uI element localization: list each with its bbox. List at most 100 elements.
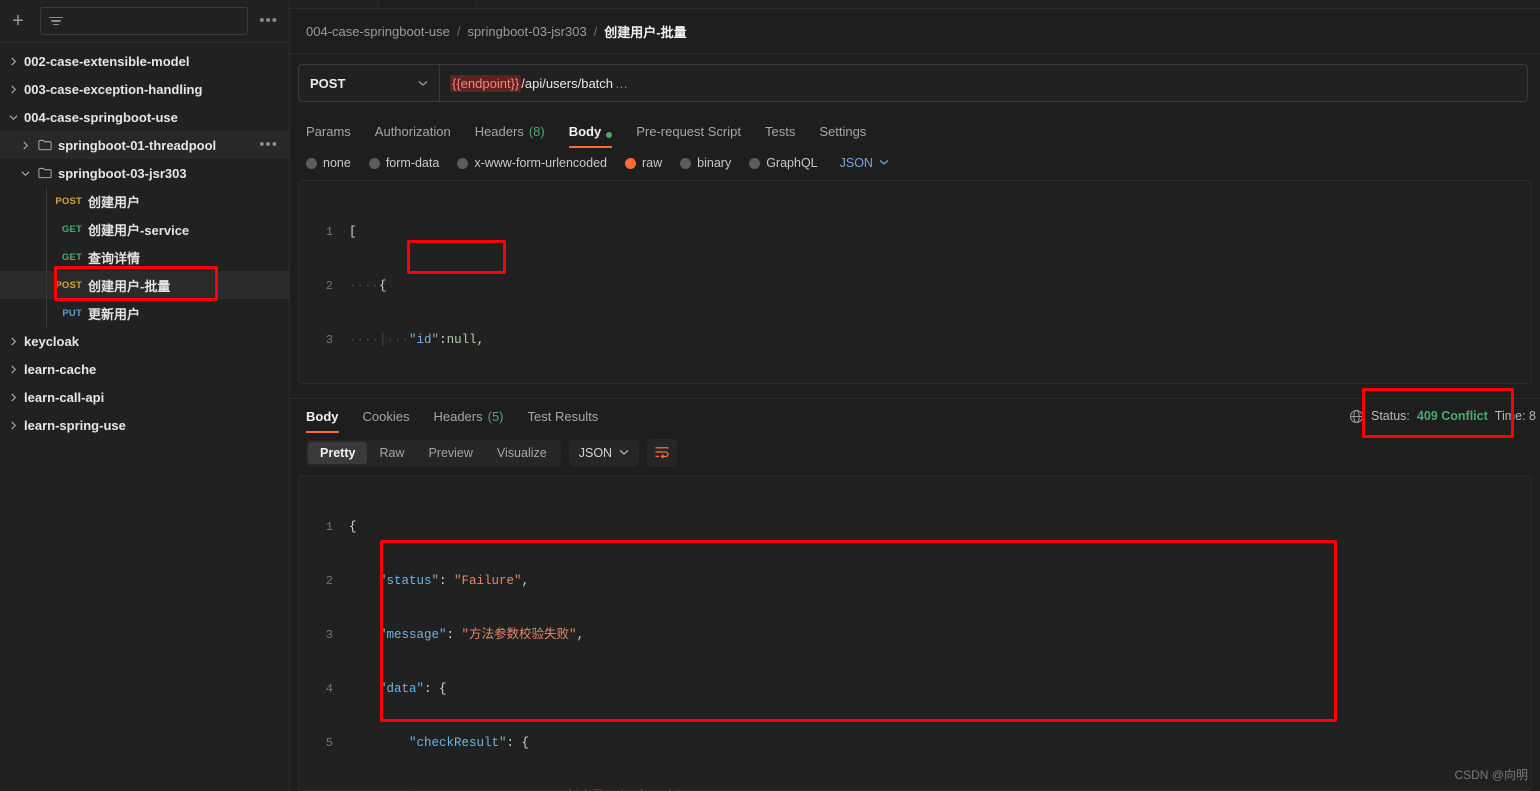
tab-label: Cookies — [362, 409, 410, 424]
url-path: /api/users/batch — [521, 75, 614, 91]
breadcrumb-separator: / — [456, 23, 461, 39]
body-type-graphql[interactable]: GraphQL — [749, 156, 818, 170]
response-body-viewer[interactable]: 1{ 2 "status": "Failure", 3 "message": "… — [298, 475, 1532, 791]
body-type-raw[interactable]: raw — [625, 156, 662, 170]
view-mode-pretty[interactable]: Pretty — [308, 442, 368, 464]
tab-authorization[interactable]: Authorization — [375, 114, 451, 148]
response-tab-test-results[interactable]: Test Results — [528, 399, 599, 433]
body-format-select[interactable]: JSON — [840, 156, 889, 170]
tab-params[interactable]: Params — [306, 114, 351, 148]
request-name-label: 创建用户-service — [88, 222, 190, 238]
http-method-select[interactable]: POST — [298, 64, 439, 102]
body-type-form-data[interactable]: form-data — [368, 156, 439, 170]
sidebar-request-update-user[interactable]: PUT 更新用户 — [0, 299, 289, 327]
chevron-down-icon — [418, 76, 428, 91]
sidebar-more-icon[interactable]: ••• — [256, 13, 281, 28]
body-type-binary[interactable]: binary — [680, 156, 731, 170]
request-name-label: 创建用户 — [88, 194, 141, 210]
sidebar-filter-input[interactable] — [69, 13, 240, 29]
option-label: GraphQL — [766, 156, 818, 170]
tab-headers[interactable]: Headers (8) — [475, 114, 545, 148]
sidebar-request-create-user-batch[interactable]: POST 创建用户-批量 — [0, 271, 289, 299]
sidebar: + ••• 002-case-extensible-model 003-case… — [0, 0, 290, 791]
chevron-right-icon — [2, 364, 24, 374]
status-label: Status: — [1371, 409, 1410, 423]
request-name-label: 创建用户-批量 — [88, 278, 171, 294]
sidebar-request-query-detail[interactable]: GET 查询详情 — [0, 243, 289, 271]
breadcrumb: 004-case-springboot-use / springboot-03-… — [290, 9, 1540, 54]
sidebar-collection-learn-spring-use[interactable]: learn-spring-use — [0, 411, 289, 439]
filter-icon — [49, 16, 63, 26]
option-label: none — [323, 156, 351, 170]
code-line: 3 ····│···"id":null, — [299, 331, 1531, 349]
chevron-down-icon — [2, 113, 24, 122]
breadcrumb-request: 创建用户-批量 — [604, 24, 687, 40]
response-view-mode-group: Pretty Raw Preview Visualize — [306, 440, 561, 466]
line-content: "status": "Failure", — [379, 574, 530, 588]
folder-more-icon[interactable]: ••• — [256, 137, 281, 152]
tab-body[interactable]: Body — [568, 114, 613, 148]
main-panel: 004-case-springboot-use / springboot-03-… — [290, 0, 1540, 791]
url-input[interactable]: {{endpoint}}/api/users/batch… — [439, 64, 1528, 102]
response-status-bar: Status: 409 Conflict Time: 8 — [1349, 399, 1540, 433]
tab-pre-request-script[interactable]: Pre-request Script — [636, 114, 741, 148]
line-content: [ — [349, 225, 357, 239]
tab-label: Headers — [474, 124, 524, 139]
collection-label: keycloak — [24, 333, 79, 349]
tab-label: Authorization — [374, 124, 451, 139]
sidebar-collection-004[interactable]: 004-case-springboot-use — [0, 103, 289, 131]
response-format-select[interactable]: JSON — [568, 440, 640, 466]
url-variable: {{endpoint}} — [450, 74, 522, 92]
word-wrap-icon — [654, 445, 670, 462]
body-modified-dot-icon — [606, 132, 613, 138]
sidebar-folder-threadpool[interactable]: springboot-01-threadpool ••• — [0, 131, 289, 159]
radio-icon — [457, 157, 469, 169]
view-mode-visualize[interactable]: Visualize — [485, 442, 559, 464]
new-item-button[interactable]: + — [4, 7, 32, 35]
view-mode-preview[interactable]: Preview — [416, 442, 484, 464]
sidebar-filter-box[interactable] — [40, 7, 249, 35]
sidebar-toolbar: + ••• — [0, 0, 289, 43]
sidebar-request-create-user[interactable]: POST 创建用户 — [0, 187, 289, 215]
breadcrumb-folder[interactable]: springboot-03-jsr303 — [467, 24, 586, 39]
sidebar-collection-003[interactable]: 003-case-exception-handling — [0, 75, 289, 103]
sidebar-request-create-user-service[interactable]: GET 创建用户-service — [0, 215, 289, 243]
body-type-none[interactable]: none — [306, 156, 351, 170]
sidebar-collection-keycloak[interactable]: keycloak — [0, 327, 289, 355]
sidebar-folder-jsr303[interactable]: springboot-03-jsr303 — [0, 159, 289, 187]
request-body-editor[interactable]: 1[ 2····{ 3····│···"id":null, 4····│···"… — [298, 180, 1532, 384]
watermark: CSDN @向明 — [1454, 768, 1528, 782]
radio-icon — [680, 157, 692, 169]
breadcrumb-separator: / — [593, 23, 598, 39]
folder-label: springboot-01-threadpool — [58, 137, 217, 153]
body-type-urlencoded[interactable]: x-www-form-urlencoded — [457, 156, 607, 170]
tree-guide-line — [46, 299, 47, 327]
tab-settings[interactable]: Settings — [819, 114, 866, 148]
response-body-code: 1{ 2 "status": "Failure", 3 "message": "… — [299, 482, 1531, 790]
tab-label: Params — [306, 124, 351, 139]
line-number: 2 — [325, 279, 333, 293]
word-wrap-toggle[interactable] — [647, 439, 678, 467]
radio-icon — [306, 157, 317, 169]
tab-label: Tests — [764, 124, 796, 139]
chevron-right-icon — [2, 420, 24, 430]
request-method-label: POST — [55, 195, 82, 207]
collection-label: 004-case-springboot-use — [24, 109, 178, 125]
collection-label: 002-case-extensible-model — [24, 53, 190, 69]
tab-tests[interactable]: Tests — [765, 114, 795, 148]
sidebar-collection-002[interactable]: 002-case-extensible-model — [0, 47, 289, 75]
response-tab-headers[interactable]: Headers (5) — [433, 399, 503, 433]
breadcrumb-collection[interactable]: 004-case-springboot-use — [306, 24, 450, 39]
folder-label: springboot-03-jsr303 — [58, 165, 187, 181]
tab-label: Pre-request Script — [636, 124, 741, 139]
folder-icon — [36, 139, 54, 151]
code-line: 1{ — [299, 518, 1531, 536]
sidebar-collection-learn-cache[interactable]: learn-cache — [0, 355, 289, 383]
option-label: binary — [697, 156, 732, 170]
response-tab-cookies[interactable]: Cookies — [363, 399, 410, 433]
sidebar-collection-learn-call-api[interactable]: learn-call-api — [0, 383, 289, 411]
collection-tree: 002-case-extensible-model 003-case-excep… — [0, 43, 289, 791]
view-mode-raw[interactable]: Raw — [367, 442, 416, 464]
response-tab-body[interactable]: Body — [306, 399, 339, 433]
radio-icon — [749, 157, 761, 169]
